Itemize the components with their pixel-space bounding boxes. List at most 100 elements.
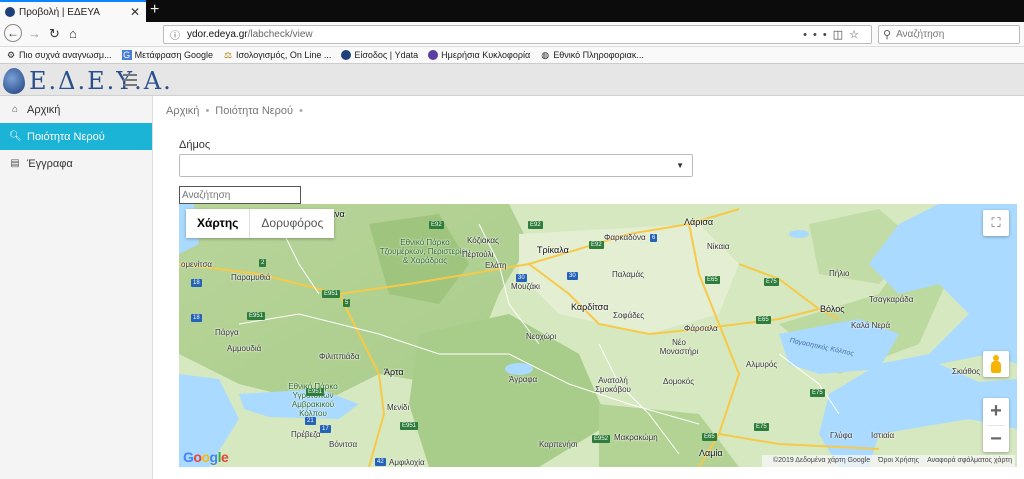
new-tab-icon[interactable]: + xyxy=(150,1,159,19)
road-shield: 30 xyxy=(567,272,578,280)
back-icon[interactable]: ← xyxy=(4,24,22,42)
map-label: Εθνικό Πάρκο Τζουμέρκων, Περιστερίου & Χ… xyxy=(379,238,471,265)
map-label: Νέο Μοναστήρι xyxy=(659,338,699,356)
search-icon: 🔍︎ xyxy=(9,131,22,142)
road-shield: 18 xyxy=(191,314,202,322)
forward-icon[interactable]: → xyxy=(28,26,41,41)
browser-search-input[interactable] xyxy=(896,29,1007,40)
map-label: Πρέβεζα xyxy=(291,430,321,439)
bookmark-star-icon[interactable]: ☆ xyxy=(849,29,865,41)
sidebar-item-documents[interactable]: ▤ Έγγραφα xyxy=(0,150,152,177)
road-shield: E65 xyxy=(756,316,771,324)
map-label: Καρπενήσι xyxy=(539,440,578,449)
site-logo[interactable]: Ε.Δ.Ε.Υ.Α. xyxy=(3,67,173,95)
map-label: Παλαμάς xyxy=(612,270,644,279)
fullscreen-icon[interactable]: ⛶ xyxy=(983,210,1009,236)
bookmark-item[interactable]: Ημερήσια Κυκλοφορία xyxy=(428,50,530,60)
sidebar-item-water-quality[interactable]: 🔍︎ Ποιότητα Νερού xyxy=(0,123,152,150)
menu-toggle-icon[interactable] xyxy=(123,74,137,86)
scales-icon: ⚖ xyxy=(223,50,233,60)
pocket-icon[interactable]: ◫ xyxy=(833,29,849,41)
road-shield: 21 xyxy=(305,417,316,425)
map[interactable]: ννινα Λάρισα Κόζιακας Τρίκαλα Φαρκαδόνα … xyxy=(179,204,1017,467)
translate-icon: G xyxy=(121,50,132,60)
map-label: Φάρσαλα xyxy=(684,324,718,333)
bookmark-item[interactable]: ⚖ Ισολογισμός, On Line ... xyxy=(223,50,331,60)
road-shield: 17 xyxy=(320,425,331,433)
municipality-select[interactable]: ▼ xyxy=(179,154,693,177)
bookmarks-bar: ⚙ Πιο συχνά αναγνωσμ... G Μετάφραση Google… xyxy=(0,47,1024,64)
home-icon: ⌂ xyxy=(11,104,19,115)
browser-nav-bar: ← → ↻ ⌂ ⓘ ydor.edeya.gr/labcheck/view ••… xyxy=(0,22,1024,47)
book-icon: ▤ xyxy=(10,158,20,169)
terms-of-use-link[interactable]: Όροι Χρήσης xyxy=(878,457,919,464)
map-label: Καρδίτσα xyxy=(571,302,609,312)
home-browser-icon[interactable]: ⌂ xyxy=(69,26,77,41)
google-logo[interactable]: Google xyxy=(183,449,229,465)
map-label: Πάργα xyxy=(215,328,239,337)
map-label: Λάρισα xyxy=(684,217,714,227)
map-label: Κόζιακας xyxy=(467,236,499,245)
browser-tab-bar: Προβολή | ΕΔΕΥΑ ✕ + xyxy=(0,0,1024,22)
road-shield: E92 xyxy=(528,221,543,229)
bookmark-item[interactable]: Είσοδος | Ydata xyxy=(341,50,418,60)
map-label: Μουζάκι xyxy=(511,282,540,291)
site-icon xyxy=(341,50,352,60)
map-label: Μενίδι xyxy=(387,403,410,412)
close-tab-icon[interactable]: ✕ xyxy=(130,5,140,19)
sidebar-item-home[interactable]: ⌂ Αρχική xyxy=(0,96,152,123)
road-shield: E951 xyxy=(400,422,419,430)
road-shield: 5 xyxy=(343,299,351,307)
sidebar-item-label: Ποιότητα Νερού xyxy=(27,130,105,143)
url-bar[interactable]: ⓘ ydor.edeya.gr/labcheck/view •••◫☆ xyxy=(163,25,872,44)
breadcrumb-home[interactable]: Αρχική xyxy=(166,105,199,117)
info-icon[interactable]: ⓘ xyxy=(170,27,180,42)
sidebar-item-label: Αρχική xyxy=(27,103,61,116)
page-actions-icon[interactable]: ••• xyxy=(803,29,833,41)
report-map-error-link[interactable]: Αναφορά σφάλματος χάρτη xyxy=(927,457,1012,464)
map-label: Φιλιππιάδα xyxy=(319,352,360,361)
breadcrumb: Αρχική • Ποιότητα Νερού • xyxy=(166,105,303,117)
map-type-satellite-button[interactable]: Δορυφόρος xyxy=(250,209,334,238)
map-search-input[interactable] xyxy=(179,186,301,204)
reload-icon[interactable]: ↻ xyxy=(49,26,60,42)
municipality-label: Δήμος xyxy=(179,139,211,151)
map-label: Σοφάδες xyxy=(613,311,645,320)
map-label: Λαμία xyxy=(699,448,723,458)
zoom-out-icon[interactable]: − xyxy=(983,426,1009,453)
road-shield: E952 xyxy=(592,435,611,443)
bookmark-item[interactable]: G Μετάφραση Google xyxy=(121,50,213,60)
url-text[interactable]: ydor.edeya.gr/labcheck/view xyxy=(187,29,803,40)
breadcrumb-current[interactable]: Ποιότητα Νερού xyxy=(215,105,293,117)
gear-icon: ⚙ xyxy=(6,50,16,60)
map-label: Ανατολή Σμοκόβου xyxy=(595,376,631,394)
sidebar: ⌂ Αρχική 🔍︎ Ποιότητα Νερού ▤ Έγγραφα xyxy=(0,96,153,479)
map-label: Τσαγκαράδα xyxy=(869,295,914,304)
map-label: Βόλος xyxy=(820,304,845,314)
site-header: Ε.Δ.Ε.Υ.Α. xyxy=(0,64,1024,96)
browser-search-bar[interactable]: ⚲ xyxy=(878,25,1020,44)
street-view-pegman-icon[interactable] xyxy=(983,351,1009,377)
tab-title: Προβολή | ΕΔΕΥΑ xyxy=(19,6,100,18)
map-label: Άγραφα xyxy=(509,375,538,384)
bookmark-item[interactable]: ⚙ Πιο συχνά αναγνωσμ... xyxy=(6,50,112,60)
bookmark-item[interactable]: ◍ Εθνικό Πληροφοριακ... xyxy=(540,50,644,60)
road-shield: E92 xyxy=(429,221,444,229)
map-label: Σκιάθος xyxy=(952,367,981,376)
zoom-control: + − xyxy=(983,398,1009,452)
logo-text: Ε.Δ.Ε.Υ.Α. xyxy=(29,67,173,95)
map-label: Γλύφα xyxy=(830,431,853,440)
map-attribution: ©2019 Δεδομένα χάρτη Google Όροι Χρήσης Αν… xyxy=(762,455,1015,467)
road-shield: E92 xyxy=(589,241,604,249)
map-type-control: Χάρτης Δορυφόρος xyxy=(186,209,335,238)
road-shield: E75 xyxy=(764,278,779,286)
map-label: Πήλιο xyxy=(829,269,850,278)
site-favicon-icon xyxy=(5,7,15,17)
zoom-in-icon[interactable]: + xyxy=(983,398,1009,425)
browser-tab[interactable]: Προβολή | ΕΔΕΥΑ ✕ xyxy=(0,0,146,22)
map-type-roadmap-button[interactable]: Χάρτης xyxy=(186,209,251,238)
road-shield: E75 xyxy=(754,423,769,431)
map-label: Νεοχώρι xyxy=(526,332,557,341)
road-shield: E65 xyxy=(702,433,717,441)
search-icon: ⚲ xyxy=(883,29,892,41)
